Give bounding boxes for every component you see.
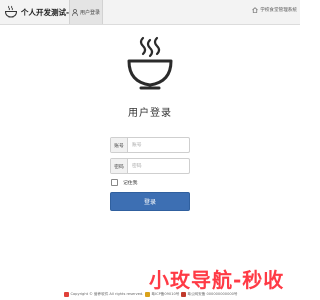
password-input[interactable] [128, 159, 189, 173]
footer-icp[interactable]: 粤ICP备09010号 [151, 292, 179, 297]
home-icon [252, 7, 258, 13]
password-field: 密码 [110, 158, 190, 174]
footer-police[interactable]: 粤公网安备 000000000000号 [187, 292, 237, 297]
top-navbar: 个人开发测试--营养餐 用户登录 学校食堂管理系统 [0, 0, 300, 25]
account-field: 账号 [110, 137, 190, 153]
login-button[interactable]: 登录 [110, 192, 190, 211]
tab-user-login[interactable]: 用户登录 [69, 0, 103, 24]
account-label: 账号 [111, 138, 128, 152]
footer-copyright: Copyright © 营养软件 All rights reserved. [70, 291, 144, 296]
password-label: 密码 [111, 159, 128, 173]
system-link-label: 学校食堂管理系统 [260, 8, 297, 13]
remember-checkbox[interactable] [111, 179, 118, 186]
remember-me[interactable]: 记住我 [111, 179, 137, 186]
footer-badge-icon [181, 291, 187, 297]
tab-label: 用户登录 [79, 9, 100, 16]
bowl-logo-icon [4, 5, 18, 18]
account-input[interactable] [128, 138, 189, 152]
footer-badge-icon [64, 291, 70, 297]
remember-label: 记住我 [123, 181, 138, 186]
user-icon [72, 8, 78, 16]
system-link[interactable]: 学校食堂管理系统 [252, 7, 297, 13]
steaming-bowl-icon [127, 36, 173, 90]
login-title: 用户登录 [128, 108, 172, 119]
footer-badge-icon [145, 291, 151, 297]
footer: Copyright © 营养软件 All rights reserved. 粤I… [0, 288, 300, 300]
